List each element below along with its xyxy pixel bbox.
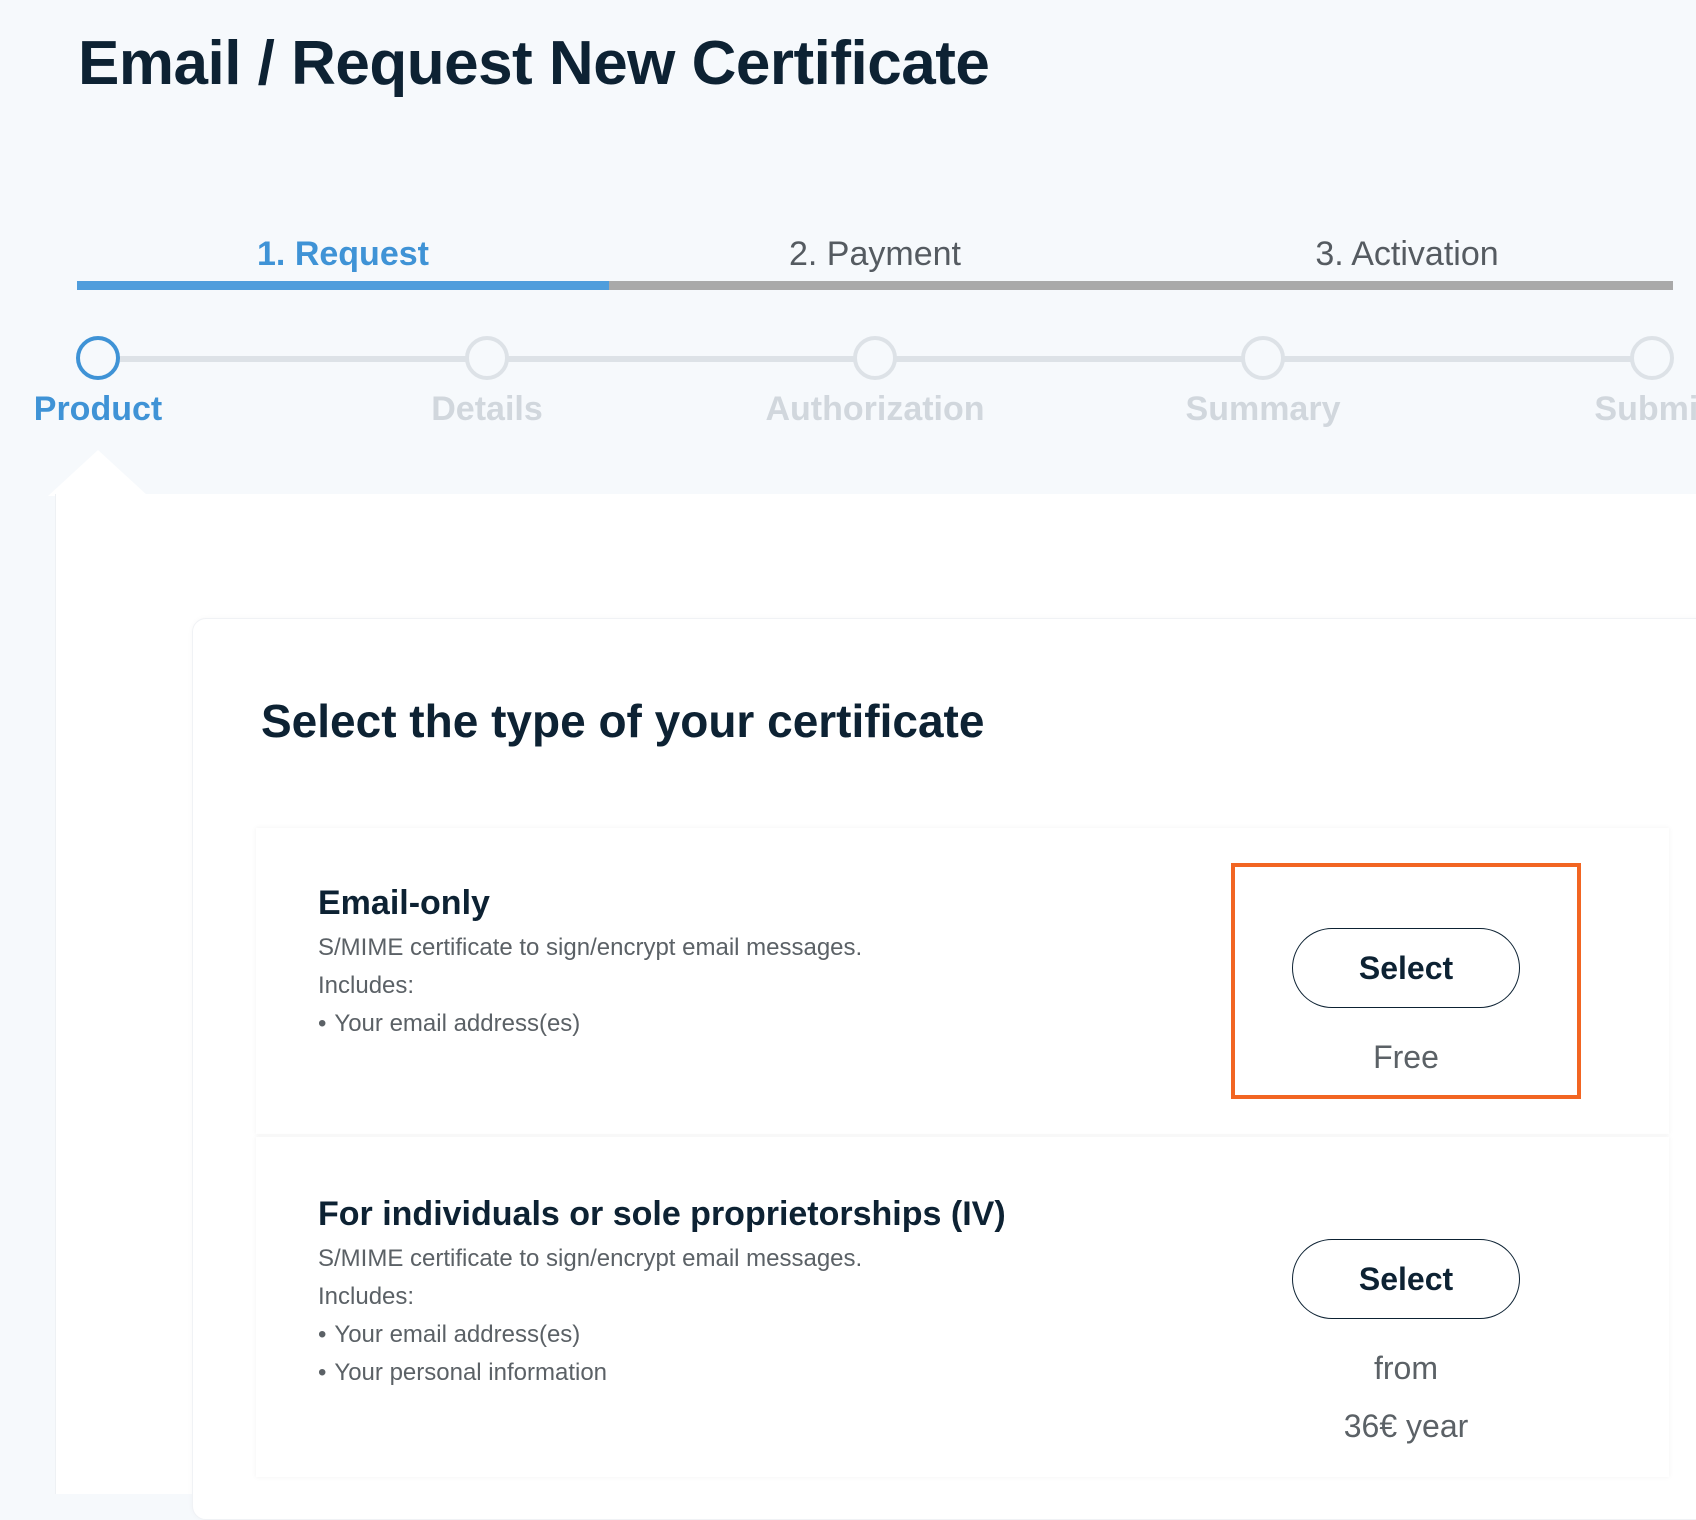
includes-label: Includes: (318, 1283, 415, 1310)
includes-item: Your email address(es) (318, 1005, 862, 1043)
phase-progress-bar (609, 281, 1141, 290)
option-title: Email-only (318, 884, 490, 922)
option-email-only: Email-only S/MIME certificate to sign/en… (256, 828, 1669, 1134)
phase-progress-bar (77, 281, 609, 290)
step-details[interactable]: Details (357, 336, 617, 429)
includes-item: Your personal information (318, 1354, 862, 1392)
step-label: Details (431, 390, 543, 428)
select-email-only-button[interactable]: Select (1292, 928, 1520, 1008)
phase-tab-payment[interactable]: 2. Payment (609, 228, 1141, 290)
section-title: Select the type of your certificate (261, 695, 985, 747)
step-submit[interactable]: Submit (1522, 336, 1696, 429)
step-product[interactable]: Product (0, 336, 228, 429)
phase-tab-label: 2. Payment (789, 235, 961, 273)
phase-tabs: 1. Request 2. Payment 3. Activation (77, 228, 1673, 290)
phase-tab-request[interactable]: 1. Request (77, 228, 609, 290)
phase-tab-activation[interactable]: 3. Activation (1141, 228, 1673, 290)
option-title: For individuals or sole proprietorships … (318, 1195, 1006, 1233)
step-circle-icon (1241, 336, 1285, 380)
step-label: Authorization (765, 390, 985, 428)
step-summary[interactable]: Summary (1133, 336, 1393, 429)
price-label: from 36€ year (1292, 1339, 1520, 1455)
step-label: Submit (1594, 390, 1696, 428)
step-circle-icon (465, 336, 509, 380)
step-indicator: Product Details Authorization Summary Su… (0, 336, 1696, 436)
step-authorization[interactable]: Authorization (745, 336, 1005, 429)
includes-item-text: Your email address(es) (334, 1321, 581, 1348)
option-summary: S/MIME certificate to sign/encrypt email… (318, 1245, 863, 1272)
panel-pointer-arrow (48, 450, 148, 496)
phase-tab-label: 1. Request (257, 235, 429, 273)
includes-item-text: Your personal information (334, 1359, 608, 1386)
option-summary: S/MIME certificate to sign/encrypt email… (318, 934, 863, 961)
option-description: S/MIME certificate to sign/encrypt email… (318, 929, 862, 1043)
price-prefix: from (1374, 1350, 1438, 1386)
includes-item: Your email address(es) (318, 1316, 862, 1354)
step-label: Product (33, 390, 163, 428)
step-label: Summary (1185, 390, 1341, 428)
option-individuals-iv: For individuals or sole proprietorships … (256, 1137, 1669, 1477)
phase-tab-label: 3. Activation (1315, 235, 1499, 273)
phase-progress-bar (1141, 281, 1673, 290)
step-circle-icon (1630, 336, 1674, 380)
includes-label: Includes: (318, 972, 415, 999)
step-circle-icon (76, 336, 120, 380)
page-title: Email / Request New Certificate (78, 29, 990, 98)
step-circle-icon (853, 336, 897, 380)
select-individuals-button[interactable]: Select (1292, 1239, 1520, 1319)
includes-item-text: Your email address(es) (334, 1010, 581, 1037)
price-label: Free (1373, 1039, 1439, 1075)
option-description: S/MIME certificate to sign/encrypt email… (318, 1240, 862, 1392)
price-amount: 36€ year (1343, 1408, 1469, 1444)
